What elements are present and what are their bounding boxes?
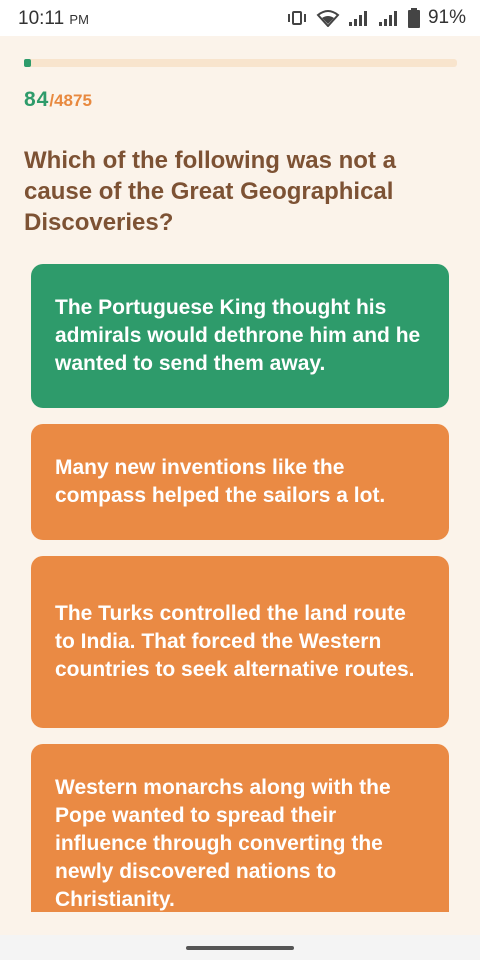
vibrate-icon [286, 10, 308, 26]
status-time-ampm: PM [69, 12, 89, 27]
status-icons: 91% [286, 7, 466, 29]
wifi-icon [316, 9, 340, 27]
answer-option-2[interactable]: Many new inventions like the compass hel… [31, 424, 449, 540]
answer-option-1[interactable]: The Portuguese King thought his admirals… [31, 264, 449, 408]
answer-option-3[interactable]: The Turks controlled the land route to I… [31, 556, 449, 728]
signal-icon [348, 9, 370, 27]
answer-option-4[interactable]: Western monarchs along with the Pope wan… [31, 744, 449, 912]
answer-list: The Portuguese King thought his admirals… [31, 264, 449, 912]
battery-icon [407, 8, 420, 28]
status-bar: 10:11 PM 91% [0, 0, 480, 36]
navigation-bar [0, 935, 480, 960]
question-counter: 84/4875 [24, 88, 92, 112]
status-time-value: 10:11 [18, 8, 65, 29]
question-text: Which of the following was not a cause o… [24, 147, 396, 236]
current-question-number: 84 [24, 88, 50, 111]
progress-fill [24, 59, 32, 67]
home-gesture-handle[interactable] [186, 946, 294, 950]
progress-bar [24, 59, 457, 67]
total-questions: 4875 [54, 91, 92, 110]
signal-icon [378, 9, 400, 27]
status-time: 10:11 PM [18, 8, 89, 30]
battery-percentage: 91% [427, 7, 466, 28]
